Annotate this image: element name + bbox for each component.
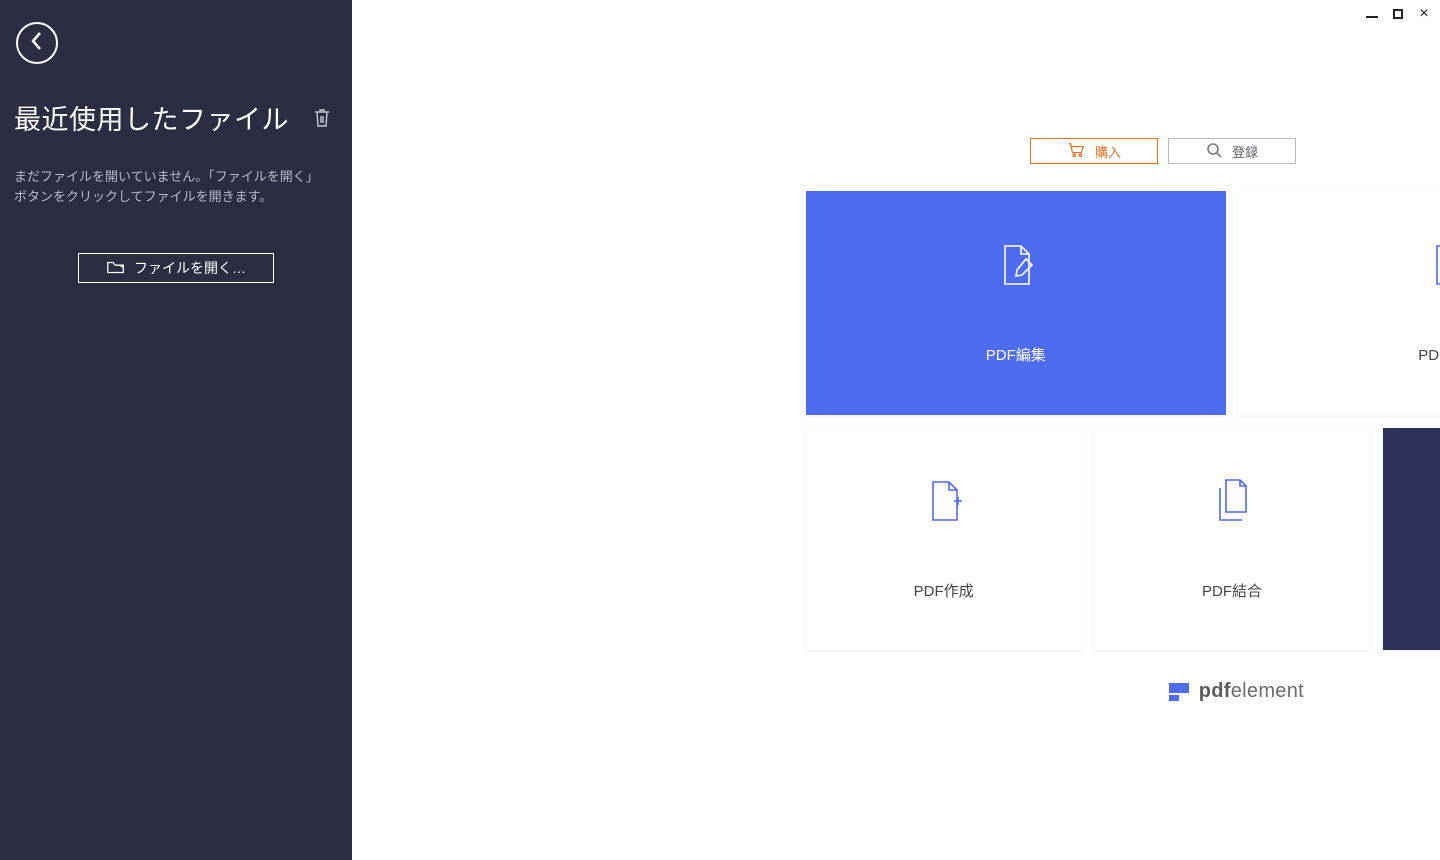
tile-pdf-edit[interactable]: PDF編集 bbox=[806, 191, 1226, 415]
tile-pdf-create-label: PDF作成 bbox=[914, 580, 974, 601]
recent-files-title: 最近使用したファイル bbox=[14, 98, 289, 137]
tile-pdf-combine-label: PDF結合 bbox=[1202, 580, 1262, 601]
register-button[interactable]: 登録 bbox=[1168, 138, 1296, 164]
main-panel: × 購入 登録 bbox=[352, 0, 1440, 860]
tile-row-top: PDF編集 PDF変換 bbox=[806, 191, 1440, 415]
buy-label: 購入 bbox=[1095, 142, 1121, 161]
back-button[interactable] bbox=[16, 22, 58, 64]
buy-button[interactable]: 購入 bbox=[1030, 138, 1158, 164]
window-minimize-button[interactable] bbox=[1364, 6, 1380, 22]
maximize-icon bbox=[1393, 9, 1403, 19]
convert-document-icon bbox=[1424, 241, 1440, 294]
folder-open-icon bbox=[106, 259, 126, 278]
window-controls: × bbox=[1364, 6, 1432, 22]
search-icon bbox=[1206, 142, 1222, 161]
brand-logo: pdfelement bbox=[1169, 680, 1304, 703]
sidebar: 最近使用したファイル まだファイルを開いていません。「ファイルを開く」ボタンをク… bbox=[0, 0, 352, 860]
register-label: 登録 bbox=[1232, 142, 1258, 161]
cart-icon bbox=[1067, 142, 1085, 161]
combine-documents-icon bbox=[1208, 477, 1256, 530]
tile-row-bottom: PDF作成 PDF結合 bbox=[806, 428, 1440, 650]
open-file-button[interactable]: ファイルを開く… bbox=[78, 253, 274, 283]
logo-icon bbox=[1169, 683, 1189, 701]
logo-text-rest: element bbox=[1231, 680, 1304, 702]
tile-pdf-create[interactable]: PDF作成 bbox=[806, 428, 1081, 650]
recent-files-header: 最近使用したファイル bbox=[14, 98, 338, 137]
tile-pdf-convert[interactable]: PDF変換 bbox=[1239, 191, 1440, 415]
tile-pdf-template[interactable]: PDFテンプレート bbox=[1383, 428, 1440, 650]
create-document-icon bbox=[920, 477, 968, 530]
chevron-left-icon bbox=[30, 31, 44, 56]
open-file-label: ファイルを開く… bbox=[134, 258, 246, 278]
trash-icon[interactable] bbox=[312, 107, 332, 129]
minimize-icon bbox=[1366, 16, 1378, 18]
close-icon: × bbox=[1416, 6, 1432, 22]
window-close-button[interactable]: × bbox=[1416, 6, 1432, 22]
edit-document-icon bbox=[992, 241, 1040, 294]
top-actions: 購入 登録 bbox=[1030, 138, 1296, 164]
logo-text: pdfelement bbox=[1199, 680, 1304, 703]
tile-pdf-convert-label: PDF変換 bbox=[1418, 344, 1440, 365]
tile-pdf-edit-label: PDF編集 bbox=[986, 344, 1046, 365]
logo-text-bold: pdf bbox=[1199, 680, 1231, 702]
recent-files-empty-message: まだファイルを開いていません。「ファイルを開く」ボタンをクリックしてファイルを開… bbox=[14, 167, 338, 207]
window-maximize-button[interactable] bbox=[1390, 6, 1406, 22]
tile-pdf-combine[interactable]: PDF結合 bbox=[1094, 428, 1369, 650]
action-tiles: PDF編集 PDF変換 bbox=[806, 191, 1440, 650]
